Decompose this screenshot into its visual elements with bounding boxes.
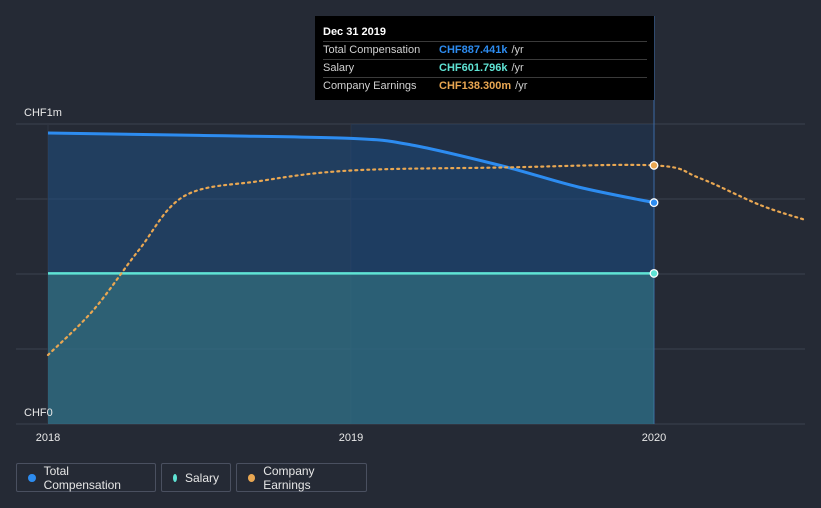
- tooltip-label: Company Earnings: [323, 80, 417, 92]
- tooltip-unit: /yr: [511, 44, 524, 56]
- total-compensation-marker: [649, 198, 659, 208]
- tooltip: Dec 31 2019 Total Compensation CHF887.44…: [315, 16, 654, 100]
- x-axis-tick-label: 2019: [339, 432, 363, 444]
- legend-total-compensation[interactable]: Total Compensation: [16, 463, 156, 492]
- legend-dot-icon: [28, 473, 36, 482]
- legend-label: Company Earnings: [263, 463, 315, 492]
- tooltip-label: Total Compensation: [323, 44, 421, 56]
- tooltip-value: CHF601.796k: [439, 62, 508, 74]
- legend-salary[interactable]: Salary: [161, 463, 231, 492]
- legend-dot-icon: [248, 473, 256, 482]
- salary-area: [48, 273, 654, 424]
- legend-label: Total Compensation: [43, 463, 121, 492]
- tooltip-row-total: Total Compensation CHF887.441k /yr: [323, 41, 647, 59]
- company-earnings-marker: [649, 160, 659, 170]
- y-axis-max-label: CHF1m: [24, 107, 62, 119]
- legend-company-earnings[interactable]: Company Earnings: [236, 463, 367, 492]
- tooltip-unit: /yr: [511, 62, 524, 74]
- legend-label: Salary: [184, 470, 219, 485]
- legend-dot-icon: [173, 473, 177, 482]
- tooltip-unit: /yr: [515, 80, 528, 92]
- salary-marker: [649, 268, 659, 278]
- tooltip-date: Dec 31 2019: [323, 26, 386, 38]
- x-axis-tick-label: 2018: [36, 432, 60, 444]
- x-axis-tick-label: 2020: [642, 432, 666, 444]
- tooltip-value: CHF138.300m: [439, 80, 512, 92]
- tooltip-label: Salary: [323, 62, 355, 74]
- tooltip-row-earnings: Company Earnings CHF138.300m /yr: [323, 77, 647, 95]
- y-axis-min-label: CHF0: [24, 407, 53, 419]
- tooltip-row-salary: Salary CHF601.796k /yr: [323, 59, 647, 77]
- tooltip-value: CHF887.441k: [439, 44, 508, 56]
